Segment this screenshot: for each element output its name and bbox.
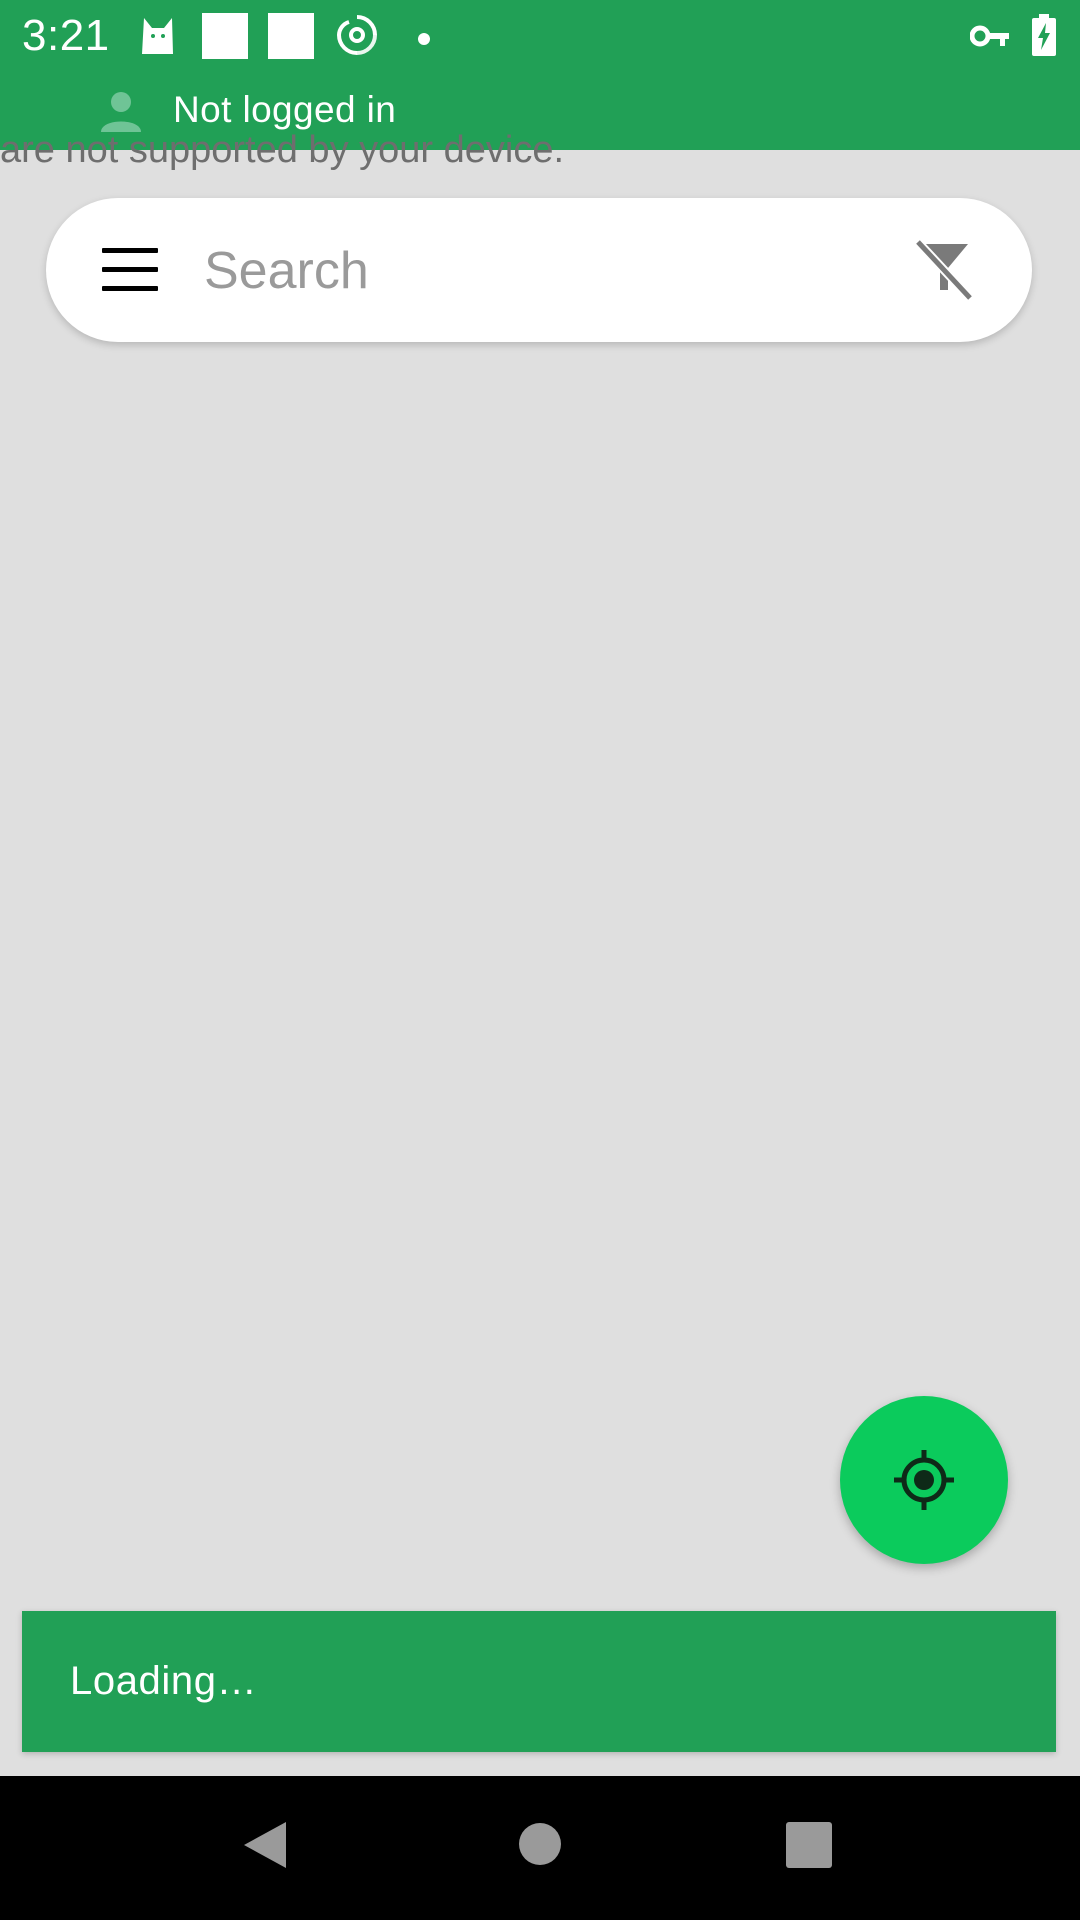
system-nav-bar [0,1776,1080,1920]
status-bar: 3:21 [0,0,1080,72]
battery-charging-icon [1032,14,1056,60]
snackbar-message: Loading… [70,1659,258,1703]
back-triangle-icon[interactable] [242,1820,288,1874]
recents-square-icon[interactable] [786,1822,832,1872]
blank-square-icon [202,13,248,63]
dot-icon [418,30,430,49]
my-location-button[interactable] [840,1396,1008,1564]
spiral-icon [334,12,380,62]
loading-snackbar: Loading… [22,1611,1056,1752]
search-input[interactable] [202,228,906,314]
login-status-text[interactable]: Not logged in [173,88,396,132]
unsupported-warning-text: are not supported by your device. [0,129,565,171]
key-icon [969,22,1010,54]
search-bar [46,198,1032,342]
filter-off-icon[interactable] [912,238,976,302]
blank-square-icon [268,13,314,63]
my-location-icon [894,1450,954,1510]
hamburger-menu-icon[interactable] [102,248,158,292]
status-time: 3:21 [22,11,110,60]
cat-icon [138,14,178,62]
home-circle-icon[interactable] [518,1822,562,1870]
